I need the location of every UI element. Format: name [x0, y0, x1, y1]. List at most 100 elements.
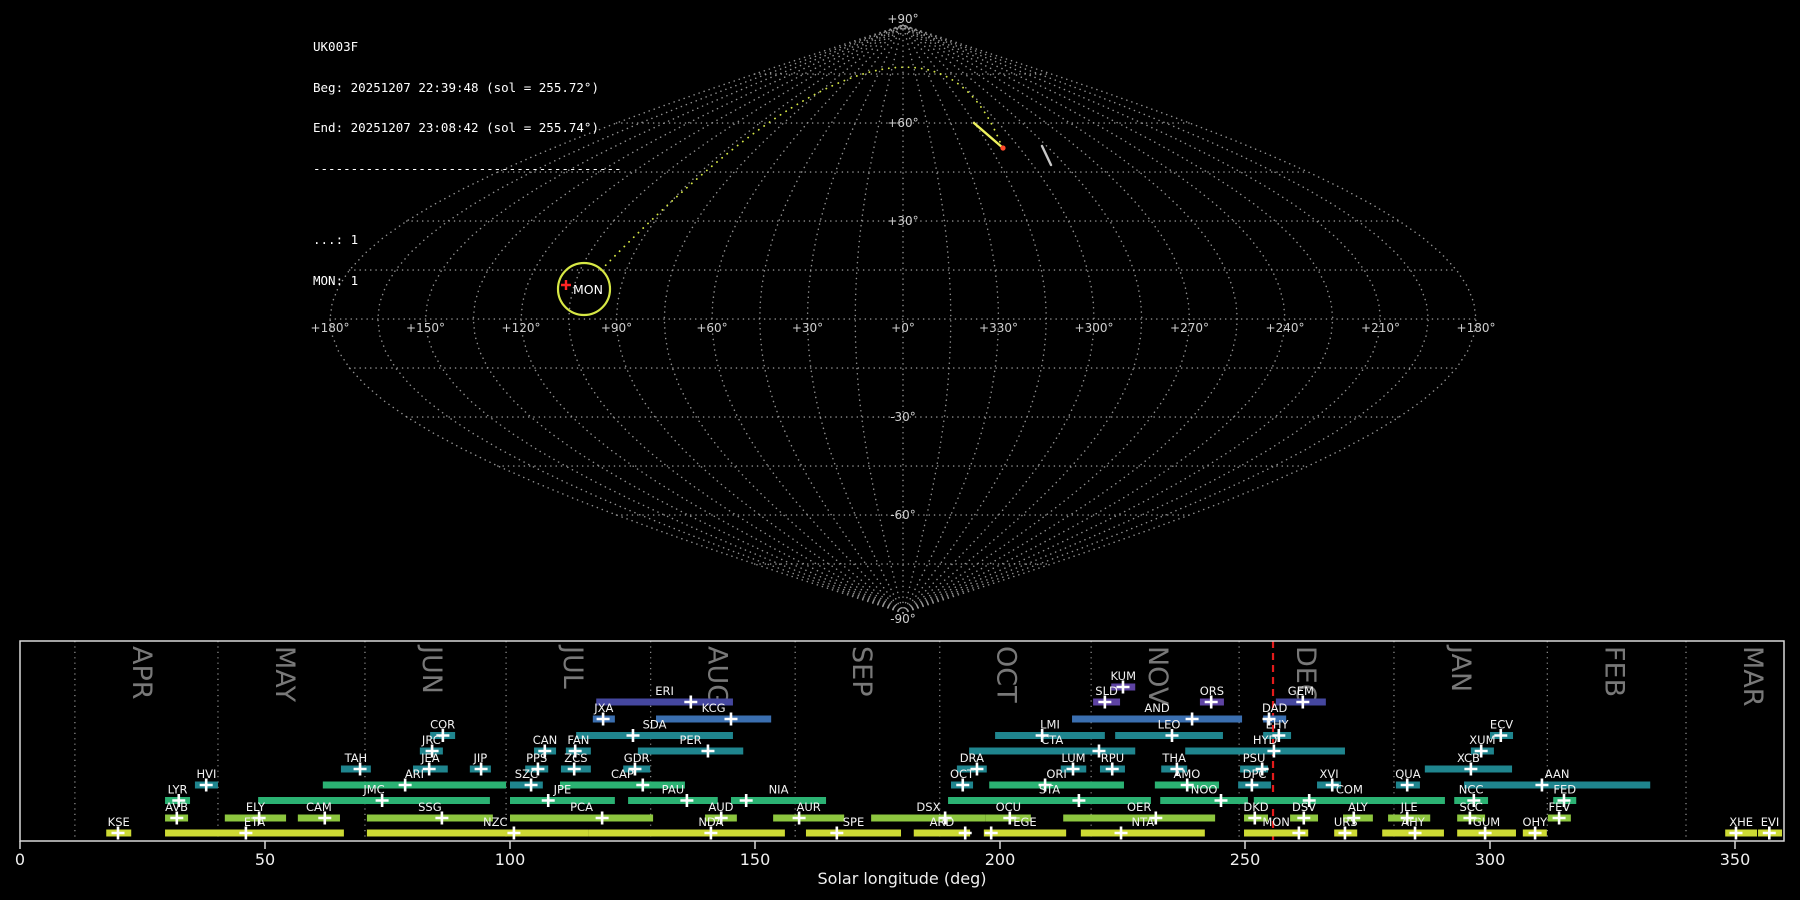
axis-tick-label: 50: [255, 850, 275, 869]
activity-bar: [366, 829, 589, 837]
grid-meridian: [902, 24, 1239, 614]
meteor-path-trajectory: [600, 66, 1001, 271]
shower-URS: URS: [1334, 815, 1358, 840]
month-label: MAY: [269, 646, 300, 703]
activity-bar: [656, 715, 772, 723]
activity-bar: [366, 814, 493, 822]
shower-code-label: ETA: [244, 815, 265, 829]
peak-marker: [684, 695, 698, 709]
activity-bar: [588, 829, 785, 837]
shower-code-label: DAD: [1262, 701, 1288, 715]
shower-ORS: ORS: [1200, 684, 1224, 709]
app-window: +90° -90° +60° +30° -30° -60° +180° +150° +120° +…: [0, 0, 1800, 900]
shower-code-label: FAN: [567, 733, 589, 747]
shower-code-label: HVI: [196, 767, 216, 781]
shower-code-label: AMO: [1174, 767, 1201, 781]
grid-meridian: [663, 24, 904, 614]
shower-code-label: XCB: [1457, 751, 1480, 765]
shower-code-label: AVB: [165, 800, 188, 814]
shower-code-label: SPE: [843, 815, 865, 829]
month-label: OCT: [991, 646, 1022, 703]
shower-code-label: ALY: [1348, 800, 1369, 814]
shower-code-label: RPU: [1101, 751, 1124, 765]
shower-code-label: LYR: [168, 783, 188, 797]
shower-SLD: SLD: [1093, 684, 1121, 709]
shower-code-label: STA: [1039, 783, 1060, 797]
activity-bar: [637, 747, 744, 755]
longitude-label: +0°: [891, 321, 915, 335]
meteor-end-tip: [1000, 145, 1006, 151]
shower-code-label: DPC: [1243, 767, 1267, 781]
peak-marker: [1114, 826, 1128, 840]
shower-code-label: NZC: [483, 815, 508, 829]
shower-DPC: DPC: [1238, 767, 1271, 792]
shower-code-label: CAM: [306, 800, 332, 814]
activity-bar: [1160, 797, 1248, 804]
shower-code-label: KSE: [108, 815, 130, 829]
activity-bar: [165, 829, 344, 837]
month-label: NOV: [1142, 646, 1173, 706]
axis-tick-label: 150: [740, 850, 771, 869]
month-label: FEB: [1598, 646, 1629, 697]
shower-code-label: DSX: [916, 800, 940, 814]
shower-code-label: HYD: [1253, 733, 1278, 747]
shower-OCT: OCT: [950, 767, 975, 792]
shower-JIP: JIP: [469, 751, 491, 776]
shower-code-label: DRA: [960, 751, 984, 765]
shower-code-label: JEA: [420, 751, 440, 765]
longitude-label: +180°: [311, 321, 350, 335]
longitude-label: +270°: [1170, 321, 1209, 335]
activity-bar: [576, 732, 733, 739]
shower-code-label: ERI: [655, 684, 674, 698]
longitude-label: +210°: [1361, 321, 1400, 335]
longitude-label: +120°: [502, 321, 541, 335]
shower-code-label: OCT: [950, 767, 975, 781]
latitude-label: +30°: [887, 214, 918, 228]
month-label: SEP: [846, 646, 877, 696]
separator-line: ----------------------------------------…: [313, 160, 622, 176]
shower-code-label: ECV: [1490, 718, 1513, 732]
shower-code-label: FED: [1553, 783, 1576, 797]
peak-marker: [626, 729, 640, 742]
shower-code-label: LMI: [1040, 718, 1060, 732]
peak-marker: [1292, 826, 1306, 840]
peak-marker: [507, 826, 521, 840]
month-label: JAN: [1445, 644, 1476, 692]
shower-code-label: XVI: [1319, 767, 1338, 781]
shower-code-label: THA: [1161, 751, 1186, 765]
shower-EVI: EVI: [1758, 815, 1783, 840]
longitude-label: +30°: [792, 321, 823, 335]
shower-code-label: ELY: [246, 800, 266, 814]
shower-code-label: PAU: [662, 783, 684, 797]
month-label: JUL: [557, 644, 588, 689]
shower-code-label: SSG: [418, 800, 442, 814]
shower-code-label: SDA: [643, 718, 667, 732]
shower-code-label: KCG: [702, 701, 726, 715]
pole-label-north: +90°: [887, 12, 918, 26]
shower-code-label: PCA: [570, 800, 593, 814]
longitude-label: +60°: [696, 321, 727, 335]
latitude-label: -60°: [890, 508, 916, 522]
shower-code-label: GEM: [1288, 684, 1314, 698]
shower-code-label: COR: [430, 718, 455, 732]
axis-tick-label: 300: [1475, 850, 1506, 869]
shower-code-label: URS: [1334, 815, 1358, 829]
activity-bar: [322, 781, 507, 789]
shower-code-label: XUM: [1469, 733, 1495, 747]
shower-code-label: OHY: [1522, 815, 1548, 829]
mon-count: MON: 1: [313, 272, 359, 288]
shower-DSV: DSV: [1290, 800, 1319, 825]
peak-marker: [1185, 712, 1199, 726]
longitude-label: +330°: [979, 321, 1018, 335]
activity-bar: [510, 797, 615, 804]
shower-code-label: ZCS: [564, 751, 587, 765]
shower-RPU: RPU: [1099, 751, 1125, 776]
shower-QUA: QUA: [1395, 767, 1421, 792]
station-id: UK003F: [313, 39, 359, 54]
shower-code-label: DKD: [1243, 800, 1268, 814]
axis-tick-label: 200: [985, 850, 1016, 869]
shower-code-label: PPS: [526, 751, 547, 765]
shower-code-label: NOO: [1191, 783, 1218, 797]
shower-JXA: JXA: [592, 701, 615, 726]
shower-code-label: LEO: [1158, 718, 1181, 732]
